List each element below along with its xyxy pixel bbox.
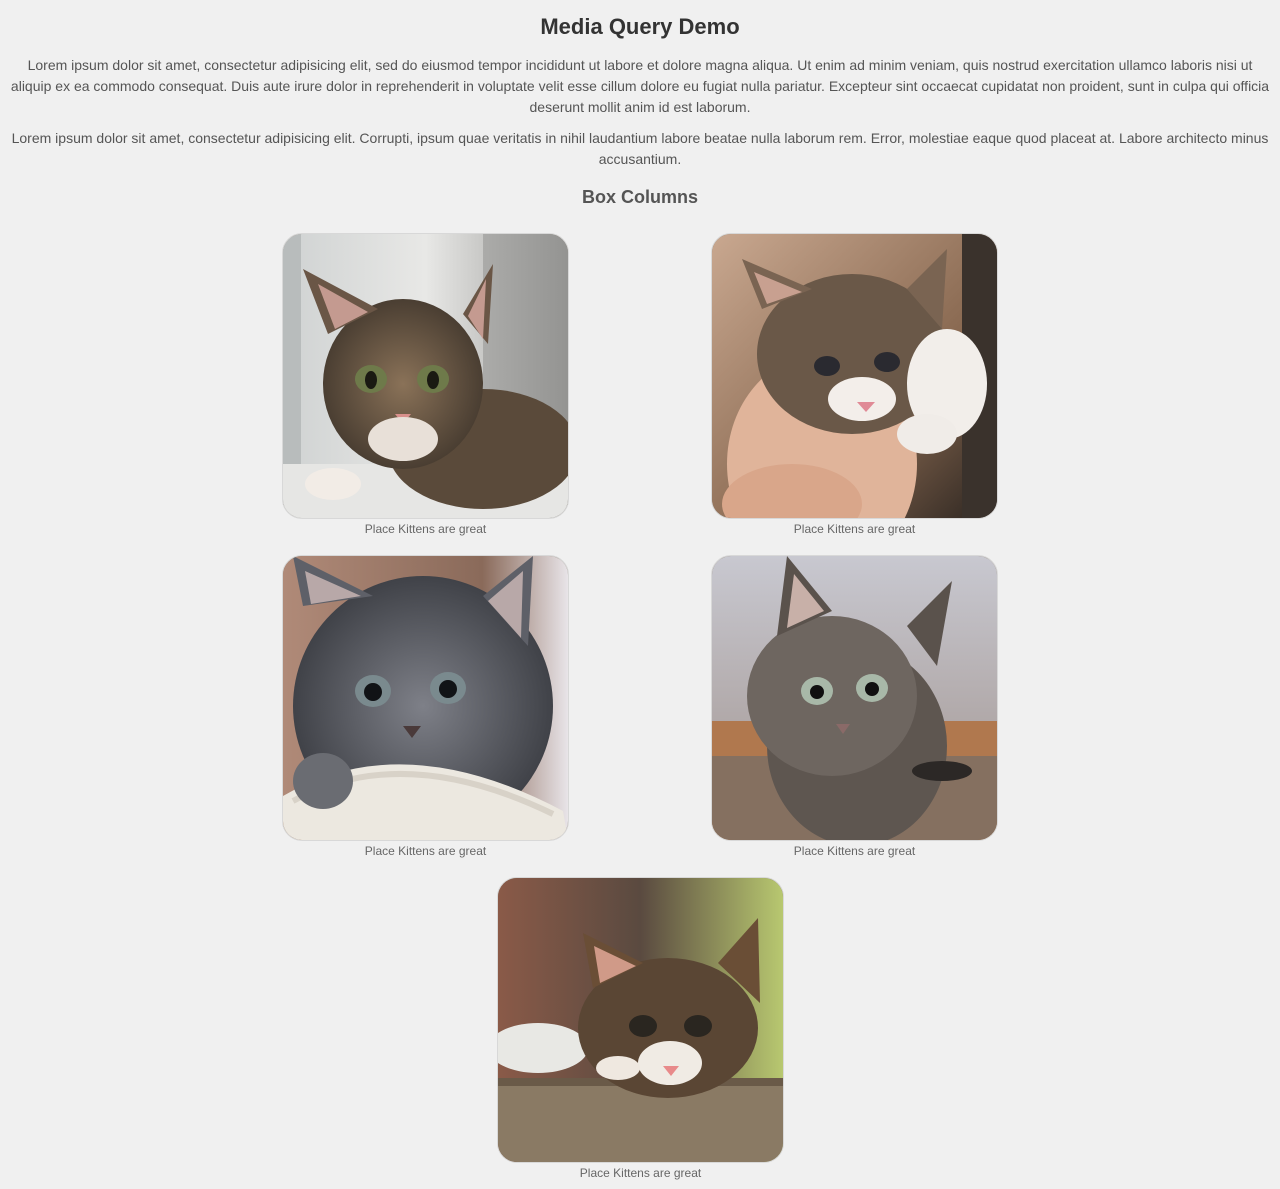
kitten-image-icon <box>712 234 997 518</box>
kitten-caption-1: Place Kittens are great <box>364 522 487 536</box>
kitten-box-3: Place Kittens are great <box>282 555 569 859</box>
section-title: Box Columns <box>581 187 698 207</box>
page-title: Media Query Demo <box>540 14 740 39</box>
intro-paragraph-1: Lorem ipsum dolor sit amet, consectetur … <box>10 57 1270 115</box>
kitten-box-4: Place Kittens are great <box>711 555 998 859</box>
kitten-box-1: Place Kittens are great <box>282 233 569 537</box>
kitten-photo-2 <box>711 233 998 519</box>
kitten-box-2: Place Kittens are great <box>711 233 998 537</box>
kitten-photo-3 <box>282 555 569 841</box>
kitten-caption-4: Place Kittens are great <box>793 844 916 858</box>
page: Media Query Demo Lorem ipsum dolor sit a… <box>0 0 1280 1189</box>
kitten-caption-3: Place Kittens are great <box>364 844 487 858</box>
kitten-image-icon <box>498 878 783 1162</box>
kitten-photo-4 <box>711 555 998 841</box>
kitten-caption-2: Place Kittens are great <box>793 522 916 536</box>
kitten-box-5: Place Kittens are great <box>497 877 784 1181</box>
kitten-image-icon <box>283 234 568 518</box>
kitten-image-icon <box>712 556 997 840</box>
kitten-photo-5 <box>497 877 784 1163</box>
kitten-image-icon <box>283 556 568 840</box>
kitten-caption-5: Place Kittens are great <box>579 1166 702 1180</box>
intro-paragraph-2: Lorem ipsum dolor sit amet, consectetur … <box>11 130 1269 167</box>
kitten-photo-1 <box>282 233 569 519</box>
